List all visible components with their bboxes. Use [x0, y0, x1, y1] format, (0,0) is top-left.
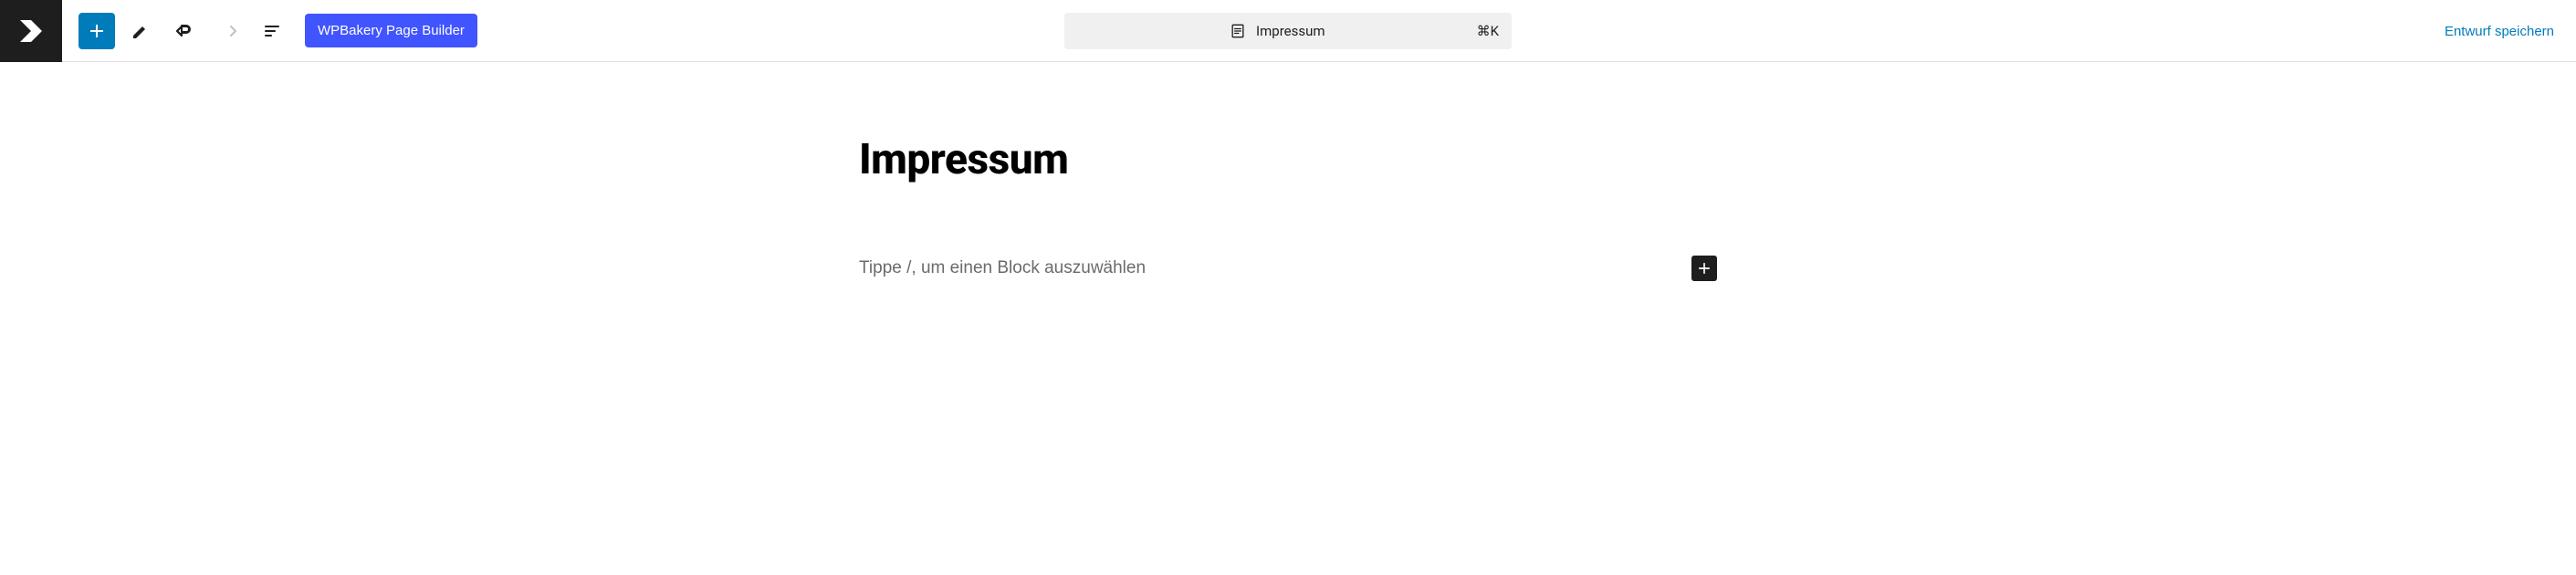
- pencil-icon: [130, 20, 152, 42]
- plus-icon: [86, 20, 108, 42]
- chevron-logo-icon: [15, 15, 47, 47]
- document-overview-button[interactable]: [254, 13, 290, 49]
- document-bar[interactable]: Impressum ⌘K: [1064, 13, 1512, 49]
- list-icon: [261, 20, 283, 42]
- site-logo[interactable]: [0, 0, 62, 62]
- undo-button[interactable]: [166, 13, 203, 49]
- toolbar-right-group: Entwurf speichern: [2445, 22, 2576, 39]
- editor-canvas: Impressum: [0, 62, 2576, 336]
- default-block-appender: [859, 256, 1717, 281]
- page-title[interactable]: Impressum: [859, 135, 1717, 184]
- command-palette-shortcut: ⌘K: [1477, 23, 1499, 39]
- document-bar-center: Impressum: [1077, 22, 1477, 40]
- add-block-button[interactable]: [1691, 256, 1717, 281]
- toolbar-left-group: WPBakery Page Builder: [62, 13, 477, 49]
- wpbakery-button[interactable]: WPBakery Page Builder: [305, 14, 477, 47]
- undo-icon: [173, 20, 195, 42]
- block-inserter-button[interactable]: [79, 13, 115, 49]
- block-placeholder-input[interactable]: [859, 258, 1691, 278]
- tools-button[interactable]: [122, 13, 159, 49]
- editor-toolbar: WPBakery Page Builder Impressum ⌘K Entwu…: [0, 0, 2576, 62]
- redo-icon: [217, 20, 239, 42]
- content-area: Impressum: [859, 135, 1717, 281]
- redo-button[interactable]: [210, 13, 246, 49]
- document-title: Impressum: [1256, 23, 1325, 39]
- save-draft-button[interactable]: Entwurf speichern: [2445, 24, 2554, 39]
- page-icon: [1229, 22, 1247, 40]
- plus-icon: [1695, 259, 1713, 277]
